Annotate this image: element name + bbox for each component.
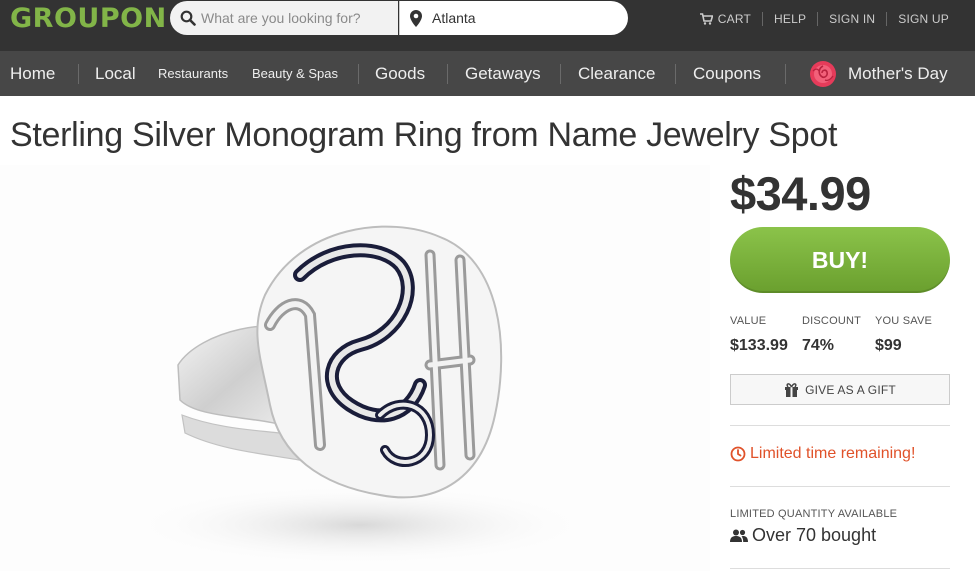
cart-link[interactable]: CART [718, 12, 751, 26]
sign-up-link[interactable]: SIGN UP [898, 12, 949, 26]
rose-icon [810, 61, 836, 87]
discount-label: DISCOUNT [802, 315, 862, 327]
location-pin-icon [410, 10, 422, 27]
divider [358, 64, 359, 84]
divider [730, 568, 950, 569]
you-save-stat: YOU SAVE $99 [875, 315, 932, 355]
groupon-logo[interactable]: GROUPON [10, 3, 167, 34]
bought-text: Over 70 bought [752, 525, 877, 545]
location-value: Atlanta [432, 10, 476, 26]
nav-mothers-day[interactable]: Mother's Day [848, 51, 948, 96]
search-input[interactable] [201, 1, 391, 35]
product-image[interactable] [0, 165, 710, 571]
gift-icon [785, 383, 799, 397]
deal-price: $34.99 [730, 167, 871, 220]
you-save-label: YOU SAVE [875, 315, 933, 327]
search-icon [180, 10, 196, 26]
limited-quantity-label: LIMITED QUANTITY AVAILABLE [730, 508, 898, 520]
sign-in-link[interactable]: SIGN IN [829, 12, 875, 26]
nav-goods[interactable]: Goods [375, 51, 425, 96]
search-box[interactable] [170, 1, 398, 35]
value-label: VALUE [730, 315, 767, 327]
give-as-gift-button[interactable]: GIVE AS A GIFT [730, 374, 950, 405]
give-as-gift-label: GIVE AS A GIFT [805, 382, 896, 397]
value-stat: VALUE $133.99 [730, 315, 788, 355]
help-link[interactable]: HELP [774, 12, 806, 26]
cart-icon [699, 13, 713, 25]
divider [78, 64, 79, 84]
bought-count: Over 70 bought [730, 525, 876, 546]
location-box[interactable]: Atlanta [399, 1, 628, 35]
you-save-amount: $99 [875, 337, 902, 354]
divider [730, 425, 950, 426]
discount-stat: DISCOUNT 74% [802, 315, 861, 355]
people-icon [730, 529, 748, 542]
divider [817, 12, 819, 26]
divider [762, 12, 764, 26]
nav-beauty-spas[interactable]: Beauty & Spas [252, 51, 338, 96]
value-amount: $133.99 [730, 337, 788, 354]
nav-home[interactable]: Home [10, 51, 55, 96]
divider [730, 486, 950, 487]
limited-time-text: Limited time remaining! [750, 445, 916, 462]
nav-restaurants[interactable]: Restaurants [158, 51, 228, 96]
buy-button[interactable]: BUY! [730, 227, 950, 293]
deal-title: Sterling Silver Monogram Ring from Name … [10, 116, 838, 154]
monogram-ring-image [130, 225, 590, 565]
divider [785, 64, 786, 84]
nav-getaways[interactable]: Getaways [465, 51, 541, 96]
divider [560, 64, 561, 84]
divider [675, 64, 676, 84]
nav-local[interactable]: Local [95, 51, 136, 96]
nav-coupons[interactable]: Coupons [693, 51, 761, 96]
divider [886, 12, 888, 26]
divider [447, 64, 448, 84]
nav-clearance[interactable]: Clearance [578, 51, 656, 96]
top-bar: GROUPON Atlanta CART HELP SIGN IN SIGN U… [0, 0, 975, 51]
account-links: CART HELP SIGN IN SIGN UP [699, 12, 949, 26]
clock-icon [730, 446, 746, 462]
discount-amount: 74% [802, 337, 835, 354]
limited-time-notice: Limited time remaining! [730, 445, 915, 463]
